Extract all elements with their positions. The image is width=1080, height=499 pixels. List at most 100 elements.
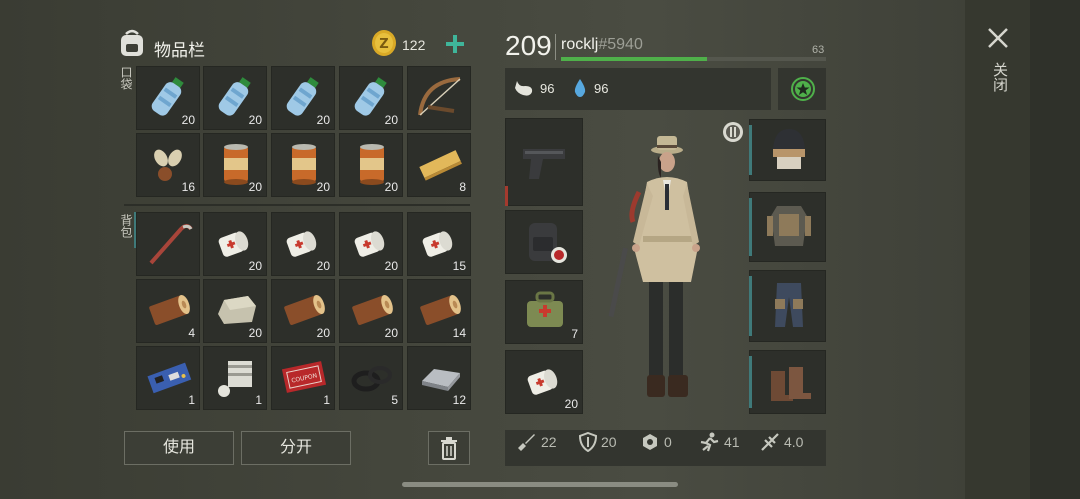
equipment-slot[interactable] (749, 270, 826, 342)
coupon-icon: COUPON (281, 361, 327, 393)
water-drop-icon (574, 79, 586, 97)
pocket-label: 口袋 (119, 66, 133, 90)
player-name: rocklj (561, 36, 599, 53)
backpack-slot[interactable] (136, 212, 200, 276)
backpack-slot[interactable]: 1 (136, 346, 200, 410)
svg-text:Z: Z (379, 37, 388, 52)
pocket-slot[interactable]: 16 (136, 133, 200, 197)
stat-radiation: 0 (640, 432, 672, 452)
pocket-slot[interactable]: 20 (339, 133, 403, 197)
section-divider (124, 204, 470, 206)
item-count: 12 (452, 393, 466, 407)
running-icon (700, 432, 719, 452)
equipment-slot[interactable]: 20 (505, 350, 583, 414)
stealth-icon (761, 433, 779, 451)
pistol-icon (523, 149, 565, 179)
radiation-icon (643, 434, 657, 450)
stat-defense: 20 (579, 432, 617, 452)
log-icon (149, 294, 190, 325)
backpack-slot[interactable]: COUPON 1 (271, 346, 335, 410)
item-count: 20 (384, 259, 398, 273)
pocket-slot[interactable]: 8 (407, 133, 471, 197)
stat-speed: 41 (698, 432, 740, 452)
item-count: 20 (384, 180, 398, 194)
item-count: 20 (564, 397, 578, 411)
split-button[interactable]: 分开 (241, 431, 351, 465)
coin-icon: Z (372, 30, 396, 56)
perk-button[interactable] (778, 68, 826, 110)
backpack-slot[interactable]: 20 (339, 212, 403, 276)
plank-icon (419, 150, 462, 181)
backpack-slot[interactable]: 4 (136, 279, 200, 343)
backpack-slot[interactable]: 14 (407, 279, 471, 343)
backpack-slot[interactable]: 20 (203, 212, 267, 276)
backpack-slot[interactable]: 12 (407, 346, 471, 410)
item-count: 20 (316, 326, 330, 340)
item-count: 8 (459, 180, 466, 194)
trash-button[interactable] (428, 431, 470, 465)
pocket-slot[interactable]: 20 (203, 66, 267, 130)
equipment-slot[interactable] (749, 350, 826, 414)
equipment-slot[interactable] (749, 119, 826, 181)
helmet-icon (773, 129, 805, 169)
equipment-slot[interactable]: 7 (505, 280, 583, 344)
item-count: 1 (188, 393, 195, 407)
item-count: 5 (391, 393, 398, 407)
item-count: 20 (384, 113, 398, 127)
backpack-slot[interactable]: 1 (203, 346, 267, 410)
pocket-slot[interactable]: 20 (136, 66, 200, 130)
item-count: 4 (188, 326, 195, 340)
pocket-slot[interactable]: 20 (271, 66, 335, 130)
item-count: 20 (384, 326, 398, 340)
shield-icon (579, 432, 597, 452)
star-badge-icon (791, 77, 815, 101)
item-count: 14 (452, 326, 466, 340)
item-count: 1 (255, 393, 262, 407)
xp-fill (561, 57, 707, 61)
pocket-slot[interactable]: 20 (339, 66, 403, 130)
item-count: 20 (248, 259, 262, 273)
equipment-slot[interactable] (505, 210, 583, 274)
item-count: 7 (571, 327, 578, 341)
medkit-bag-icon (527, 291, 563, 327)
boots-icon (771, 367, 811, 401)
pocket-slot[interactable] (407, 66, 471, 130)
player-character (608, 136, 700, 397)
item-count: 20 (248, 113, 262, 127)
close-button[interactable]: 关闭 (982, 22, 1014, 102)
backpack-slot[interactable]: 20 (271, 212, 335, 276)
player-level: 209 (505, 30, 552, 61)
item-count: 16 (181, 180, 195, 194)
inventory-title: 物品栏 (154, 41, 205, 60)
item-count: 15 (452, 259, 466, 273)
add-coins-button[interactable] (445, 34, 465, 54)
backpack-icon (121, 29, 143, 56)
item-count: 20 (316, 113, 330, 127)
pocket-slot[interactable]: 20 (203, 133, 267, 197)
use-button[interactable]: 使用 (124, 431, 234, 465)
backpack-slot[interactable]: 20 (203, 279, 267, 343)
backpack-slot[interactable]: 20 (271, 279, 335, 343)
bandage-icon (527, 369, 558, 395)
backpack-slot[interactable]: 15 (407, 212, 471, 276)
equipment-slot[interactable] (505, 118, 583, 206)
crossbow-icon (418, 77, 461, 116)
home-indicator (402, 482, 678, 487)
player-id: #5940 (598, 36, 643, 53)
item-count: 20 (181, 113, 195, 127)
water-value: 96 (594, 81, 609, 96)
survival-stats-panel: 96 96 (505, 68, 771, 110)
item-count: 20 (248, 180, 262, 194)
stat-stealth: 4.0 (760, 432, 803, 452)
pocket-slot[interactable]: 20 (271, 133, 335, 197)
equipment-slot[interactable] (749, 192, 826, 262)
item-count: 20 (248, 326, 262, 340)
xp-value: 63 (812, 44, 825, 56)
item-count: 1 (323, 393, 330, 407)
trash-icon (441, 437, 457, 460)
rubber-rings-icon (351, 366, 392, 392)
backpack-slot[interactable]: 20 (339, 279, 403, 343)
backpack-slot[interactable]: 5 (339, 346, 403, 410)
sword-icon (518, 434, 535, 451)
close-label: 关闭 (991, 62, 1008, 92)
